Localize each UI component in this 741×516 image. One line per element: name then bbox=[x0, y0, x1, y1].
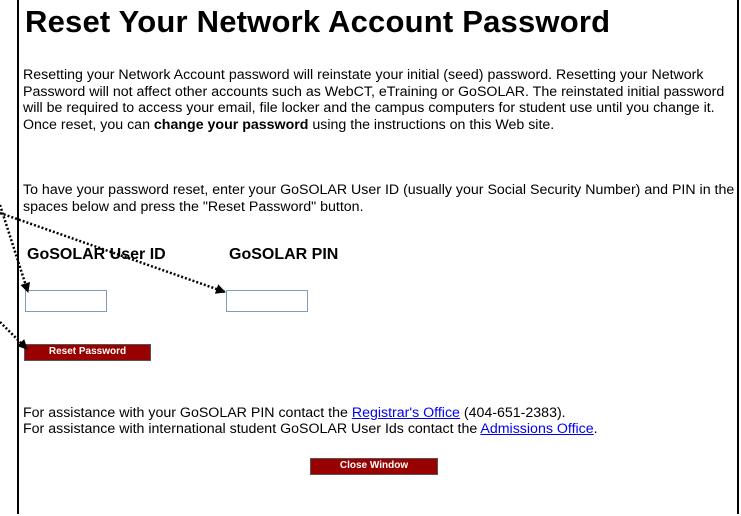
arrow-to-user-id bbox=[0, 204, 31, 293]
arrow-to-pin bbox=[0, 211, 226, 294]
arrow-to-reset-button bbox=[0, 321, 28, 350]
annotation-arrows bbox=[0, 204, 226, 350]
